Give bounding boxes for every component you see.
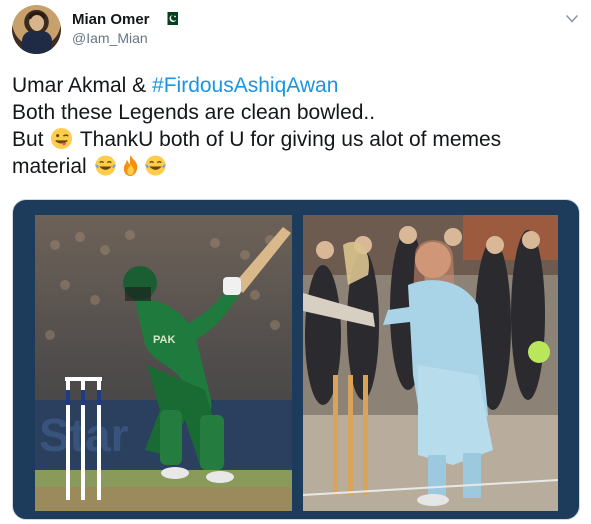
- cricketer-batting-photo[interactable]: Star PAK: [35, 215, 292, 511]
- pakistan-flag-icon: [164, 12, 178, 25]
- svg-text:PAK: PAK: [153, 334, 175, 346]
- tweet-line-2: Both these Legends are clean bowled..: [12, 101, 376, 124]
- fire-emoji: [123, 154, 137, 177]
- tweet-card: Mian Omer @Iam_Mian Umar Akmal & #Firdou…: [0, 0, 591, 524]
- tears-of-joy-emoji: [144, 155, 166, 176]
- tweet-media[interactable]: Star PAK: [12, 199, 580, 520]
- tweet-line-1: Umar Akmal & #FirdousAshiqAwan: [12, 74, 339, 97]
- user-handle[interactable]: @Iam_Mian: [72, 30, 148, 46]
- tweet-text: Umar Akmal & #FirdousAshiqAwan Both thes…: [12, 72, 582, 180]
- tears-of-joy-emoji: [94, 155, 116, 176]
- display-name[interactable]: Mian Omer: [72, 11, 150, 28]
- chevron-down-icon[interactable]: [566, 14, 578, 24]
- hashtag-link[interactable]: #FirdousAshiqAwan: [152, 74, 338, 97]
- winking-face-tongue-emoji: [51, 127, 73, 150]
- tweet-line-3: But ThankU both of U for giving us alot …: [12, 127, 502, 151]
- avatar[interactable]: [12, 5, 61, 54]
- tweet-line-4: material: [12, 153, 582, 180]
- woman-batting-photo[interactable]: [303, 215, 558, 511]
